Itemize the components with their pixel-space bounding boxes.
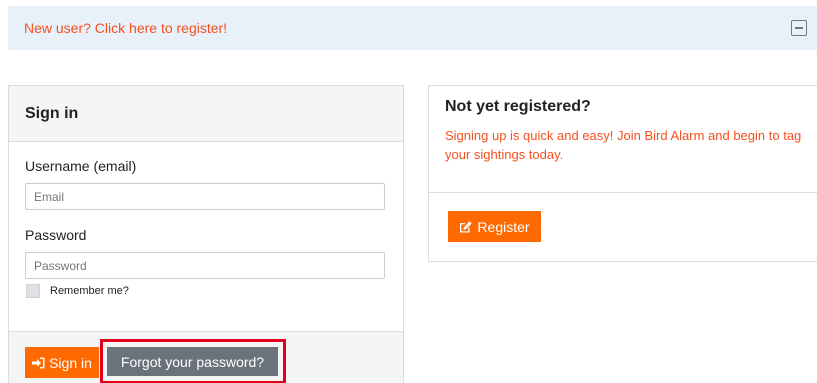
register-title: Not yet registered? [445, 98, 591, 115]
register-text: Signing up is quick and easy! Join Bird … [445, 128, 802, 162]
sign-in-icon [32, 357, 45, 368]
signin-panel: Sign in Username (email) Password Rememb… [8, 85, 404, 383]
signin-title: Sign in [25, 104, 79, 122]
signin-footer: Sign in Forgot your password? [9, 331, 403, 383]
signin-button[interactable]: Sign in [25, 347, 99, 378]
remember-label: Remember me? [50, 285, 129, 297]
remember-checkbox[interactable] [26, 284, 40, 298]
signin-header: Sign in [9, 86, 403, 142]
register-banner: New user? Click here to register! [8, 6, 817, 50]
username-label: Username (email) [25, 158, 137, 174]
register-button[interactable]: Register [448, 211, 541, 242]
register-link[interactable]: New user? Click here to register! [24, 20, 227, 36]
register-info: Not yet registered? Signing up is quick … [429, 86, 817, 193]
minus-square-icon[interactable] [791, 20, 807, 36]
remember-me: Remember me? [26, 284, 129, 298]
email-input[interactable] [25, 183, 385, 210]
register-button-label: Register [477, 218, 530, 235]
register-panel: Not yet registered? Signing up is quick … [428, 85, 817, 262]
edit-icon [460, 220, 473, 232]
forgot-password-button[interactable]: Forgot your password? [107, 347, 278, 376]
password-label: Password [25, 227, 87, 243]
password-input[interactable] [25, 252, 385, 279]
signin-button-label: Sign in [49, 354, 92, 371]
forgot-password-highlight: Forgot your password? [100, 339, 286, 383]
